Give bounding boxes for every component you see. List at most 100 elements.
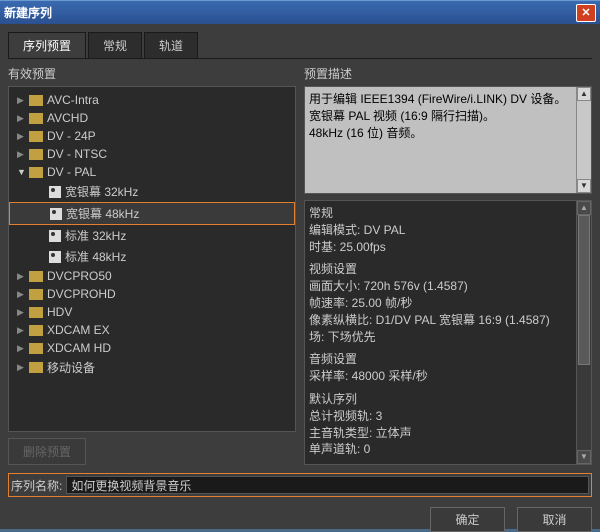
tree-folder[interactable]: ▶ DVCPROHD [9, 285, 295, 303]
tree-label: 宽银幕 32kHz [65, 183, 138, 200]
desc-line: 时基: 25.00fps [309, 239, 587, 256]
folder-icon [29, 307, 43, 318]
desc-line: 帧速率: 25.00 帧/秒 [309, 295, 587, 312]
arrow-right-icon: ▶ [17, 307, 29, 318]
folder-icon [29, 95, 43, 106]
tree-preset[interactable]: 宽银幕 48kHz [9, 202, 295, 225]
desc-line: 48kHz (16 位) 音频。 [309, 125, 587, 142]
folder-icon [29, 343, 43, 354]
presets-panel: 有效预置 ▶AVC-Intra▶AVCHD▶DV - 24P▶DV - NTSC… [8, 65, 296, 465]
desc-line: 采样率: 48000 采样/秒 [309, 368, 587, 385]
tree-folder[interactable]: ▶ DV - 24P [9, 127, 295, 145]
desc-heading: 音频设置 [309, 351, 587, 368]
tree-label: DV - 24P [47, 129, 96, 143]
desc-heading: 常规 [309, 205, 587, 222]
presets-tree[interactable]: ▶AVC-Intra▶AVCHD▶DV - 24P▶DV - NTSC▼DV -… [8, 86, 296, 432]
close-button[interactable]: ✕ [576, 4, 596, 22]
tree-preset[interactable]: 宽银幕 32kHz [9, 181, 295, 202]
folder-icon [29, 271, 43, 282]
desc-line: 总计视频轨: 3 [309, 408, 587, 425]
arrow-right-icon: ▶ [17, 271, 29, 282]
arrow-down-icon: ▼ [17, 167, 29, 177]
tree-label: 移动设备 [47, 359, 95, 376]
arrow-right-icon: ▶ [17, 343, 29, 354]
desc-line: 画面大小: 720h 576v (1.4587) [309, 278, 587, 295]
folder-icon [29, 149, 43, 160]
tree-label: AVCHD [47, 111, 88, 125]
tree-label: HDV [47, 305, 72, 319]
preset-icon [49, 186, 61, 198]
description-panel: 预置描述 用于编辑 IEEE1394 (FireWire/i.LINK) DV … [304, 65, 592, 465]
tab-preset[interactable]: 序列预置 [8, 32, 86, 58]
tab-tracks[interactable]: 轨道 [144, 32, 198, 58]
tree-label: 标准 32kHz [65, 227, 126, 244]
tree-folder[interactable]: ▶ DVCPRO50 [9, 267, 295, 285]
tab-bar: 序列预置 常规 轨道 [8, 32, 592, 59]
tree-label: XDCAM HD [47, 341, 111, 355]
folder-icon [29, 113, 43, 124]
tree-label: DV - NTSC [47, 147, 107, 161]
tab-general[interactable]: 常规 [88, 32, 142, 58]
tree-folder[interactable]: ▶ DV - NTSC [9, 145, 295, 163]
tree-label: AVC-Intra [47, 93, 99, 107]
scroll-up-icon[interactable]: ▲ [577, 87, 591, 101]
tree-label: DV - PAL [47, 165, 96, 179]
preset-icon [50, 208, 62, 220]
description-title: 预置描述 [304, 65, 592, 82]
window-title: 新建序列 [4, 4, 52, 21]
preset-icon [49, 251, 61, 263]
scroll-thumb[interactable] [578, 215, 590, 365]
cancel-button[interactable]: 取消 [517, 507, 592, 532]
folder-icon [29, 131, 43, 142]
folder-icon [29, 325, 43, 336]
desc-line: 单声道轨: 0 [309, 441, 587, 458]
sequence-name-input[interactable] [66, 476, 589, 494]
desc-line: 主音轨类型: 立体声 [309, 425, 587, 442]
arrow-right-icon: ▶ [17, 131, 29, 142]
scroll-down-icon[interactable]: ▼ [577, 179, 591, 193]
preset-icon [49, 230, 61, 242]
tree-folder[interactable]: ▶ AVCHD [9, 109, 295, 127]
tree-label: 标准 48kHz [65, 248, 126, 265]
arrow-right-icon: ▶ [17, 362, 29, 373]
desc-heading: 视频设置 [309, 261, 587, 278]
footer: 确定 取消 [8, 507, 592, 532]
desc-line: 场: 下场优先 [309, 329, 587, 346]
ok-button[interactable]: 确定 [430, 507, 505, 532]
scrollbar[interactable]: ▲ ▼ [576, 87, 591, 193]
sequence-name-label: 序列名称: [11, 477, 62, 494]
title-bar: 新建序列 ✕ [0, 0, 600, 24]
tree-folder[interactable]: ▶ 移动设备 [9, 357, 295, 378]
scroll-down-icon[interactable]: ▼ [577, 450, 591, 464]
tree-label: DVCPROHD [47, 287, 116, 301]
presets-title: 有效预置 [8, 65, 296, 82]
desc-heading: 默认序列 [309, 391, 587, 408]
tree-label: 宽银幕 48kHz [66, 205, 139, 222]
tree-folder[interactable]: ▶ XDCAM EX [9, 321, 295, 339]
arrow-right-icon: ▶ [17, 289, 29, 300]
desc-line: 编辑模式: DV PAL [309, 222, 587, 239]
tree-folder[interactable]: ▶ XDCAM HD [9, 339, 295, 357]
delete-preset-button: 删除预置 [8, 438, 86, 465]
desc-line: 宽银幕 PAL 视频 (16:9 隔行扫描)。 [309, 108, 587, 125]
tree-label: XDCAM EX [47, 323, 110, 337]
folder-icon [29, 362, 43, 373]
tree-folder[interactable]: ▼ DV - PAL [9, 163, 295, 181]
scrollbar[interactable]: ▲ ▼ [576, 201, 591, 464]
scroll-up-icon[interactable]: ▲ [577, 201, 591, 215]
tree-folder[interactable]: ▶AVC-Intra [9, 91, 295, 109]
desc-line: 像素纵横比: D1/DV PAL 宽银幕 16:9 (1.4587) [309, 312, 587, 329]
tree-preset[interactable]: 标准 32kHz [9, 225, 295, 246]
description-top: 用于编辑 IEEE1394 (FireWire/i.LINK) DV 设备。 宽… [304, 86, 592, 194]
folder-icon [29, 167, 43, 178]
tree-preset[interactable]: 标准 48kHz [9, 246, 295, 267]
arrow-right-icon: ▶ [17, 113, 29, 124]
tree-label: DVCPRO50 [47, 269, 112, 283]
arrow-right-icon: ▶ [17, 325, 29, 336]
description-bottom: 常规 编辑模式: DV PAL 时基: 25.00fps 视频设置 画面大小: … [304, 200, 592, 465]
tree-folder[interactable]: ▶ HDV [9, 303, 295, 321]
arrow-right-icon: ▶ [17, 149, 29, 160]
sequence-name-row: 序列名称: [8, 473, 592, 497]
desc-line: 用于编辑 IEEE1394 (FireWire/i.LINK) DV 设备。 [309, 91, 587, 108]
folder-icon [29, 289, 43, 300]
